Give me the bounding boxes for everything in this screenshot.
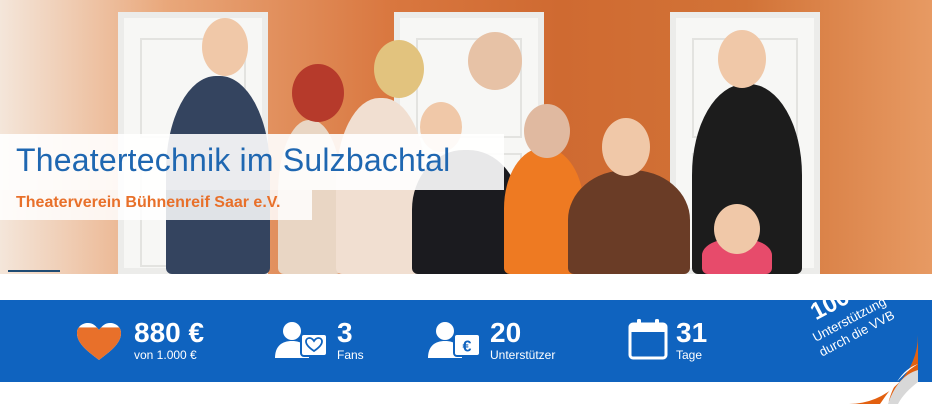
funding-value: 880 € (134, 317, 205, 348)
stat-days: 31 Tage (628, 300, 748, 382)
supporters-euro-icon: € (428, 322, 481, 358)
fans-value: 3 (337, 317, 353, 348)
supporters-label: Unterstützer (490, 348, 556, 362)
fans-label: Fans (337, 348, 364, 362)
svg-text:€: € (463, 339, 472, 356)
supporters-value: 20 (490, 317, 522, 348)
actor-figure (568, 170, 690, 274)
stat-fans: 3 Fans (275, 300, 395, 382)
fans-icon (275, 322, 328, 358)
project-title: Theatertechnik im Sulzbachtal (16, 142, 451, 178)
hero-divider (8, 270, 60, 272)
days-label: Tage (676, 348, 703, 362)
days-value: 31 (676, 317, 708, 348)
calendar-icon (628, 319, 668, 360)
stat-supporters: € 20 Unterstützer (428, 300, 588, 382)
heart-progress-icon (77, 323, 121, 360)
stat-funding: 880 € von 1.000 € (76, 300, 236, 382)
project-subtitle[interactable]: Theaterverein Bühnenreif Saar e.V. (16, 194, 280, 212)
funding-label: von 1.000 € (134, 348, 197, 362)
